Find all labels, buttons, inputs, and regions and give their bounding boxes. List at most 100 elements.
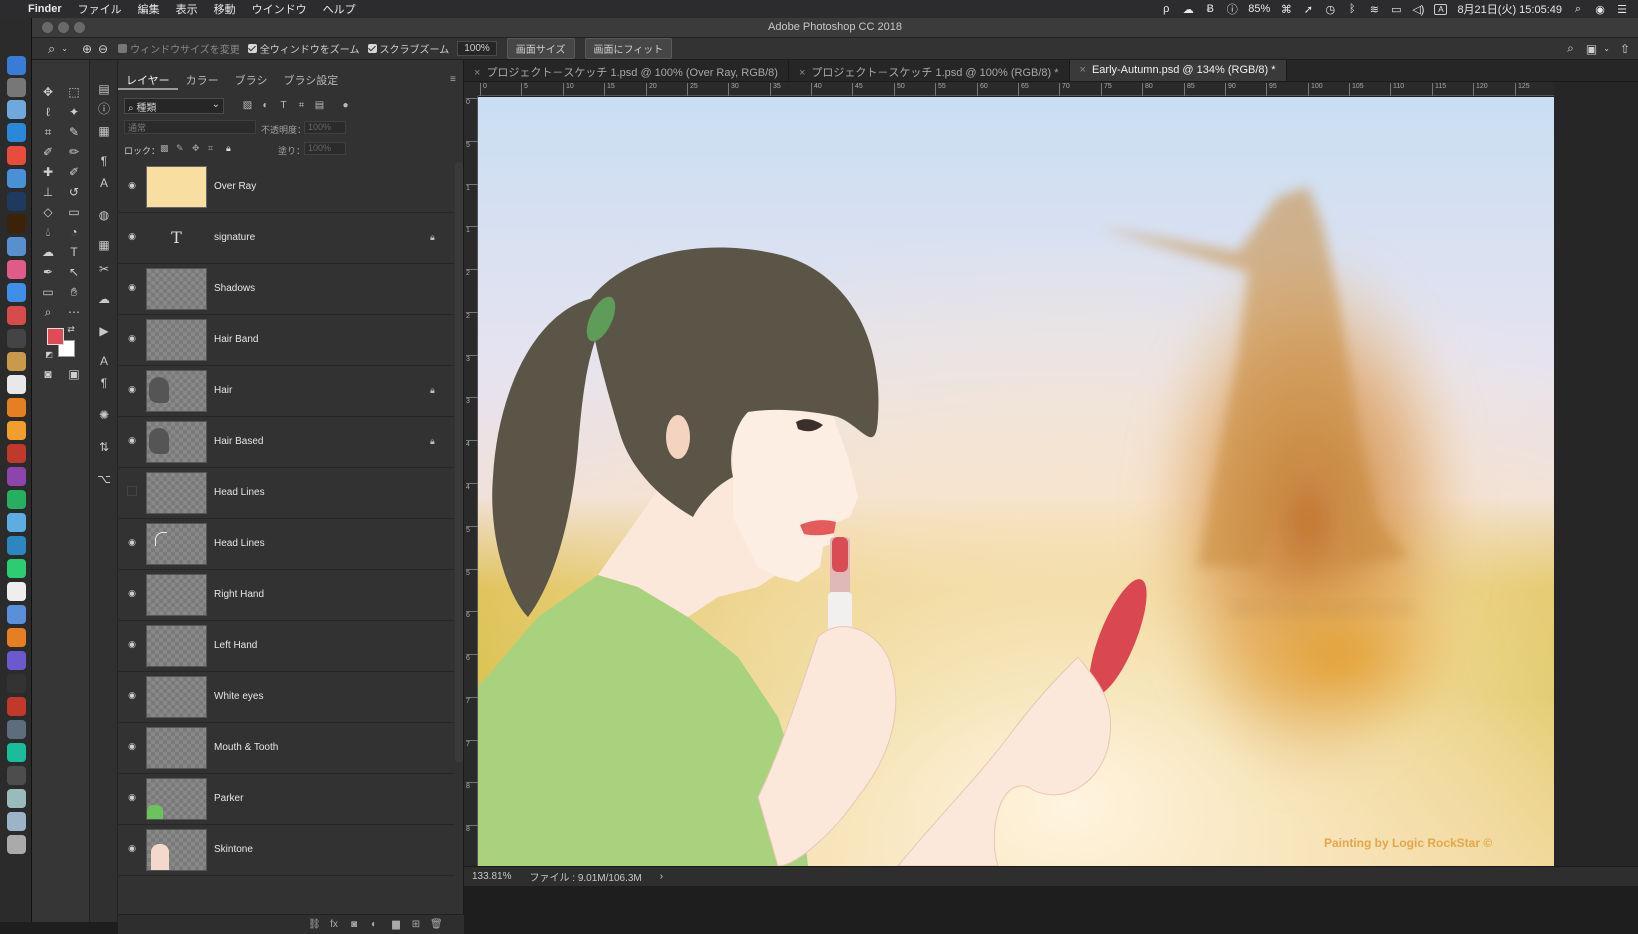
fit-screen-button[interactable]: 画面サイズ (506, 38, 575, 59)
lock-position-icon[interactable]: ✥ (192, 143, 200, 154)
quick-mask-icon[interactable]: ◙ (38, 365, 58, 383)
document-tab[interactable]: × プロジェクト－スケッチ 1.psd @ 100% (RGB/8) * (789, 60, 1070, 81)
layer-comps-icon[interactable]: ▤ (94, 80, 114, 98)
tool-preset-chevron-icon[interactable]: ⌄ (61, 44, 68, 53)
menu-edit[interactable]: 編集 (130, 1, 168, 17)
eraser-tool-icon[interactable]: ◇ (38, 203, 58, 221)
battery-percent[interactable]: 85% (1248, 3, 1270, 15)
tab-brush[interactable]: ブラシ (227, 68, 276, 90)
layer-row[interactable]: ◉ Right Hand (118, 570, 454, 621)
firefox-icon[interactable] (7, 421, 26, 440)
swatches-panel-icon[interactable]: ▦ (94, 236, 114, 254)
downloads-icon[interactable] (7, 812, 26, 831)
libraries-icon[interactable]: ☁ (94, 290, 114, 308)
layer-mask-icon[interactable]: ◙ (348, 919, 360, 930)
horizontal-ruler[interactable]: 0 5 10 15 20 25 30 35 40 45 50 55 60 65 70 75 80 85 90 95 10… (478, 82, 1554, 96)
keynote-icon[interactable] (7, 398, 26, 417)
blur-tool-icon[interactable]: 💧︎ (38, 223, 58, 241)
opacity-field[interactable]: 100% (304, 121, 346, 134)
layer-row[interactable]: ◉ Skintone (118, 825, 454, 876)
info-panel-icon[interactable]: ⓘ (94, 100, 114, 118)
layer-visibility-eye-icon[interactable]: ◉ (126, 640, 138, 649)
history-brush-icon[interactable]: ↺ (64, 183, 84, 201)
new-layer-icon[interactable]: ⊞ (410, 919, 422, 930)
tools-preset-icon[interactable]: ✂ (94, 260, 114, 278)
pencil-tool-icon[interactable]: ✏ (64, 143, 84, 161)
layer-visibility-eye-icon[interactable]: ◉ (126, 436, 138, 445)
paragraph-panel-icon[interactable]: ¶ (94, 152, 114, 170)
layer-row[interactable]: ◉ Over Ray (118, 162, 454, 213)
safari-icon[interactable] (7, 100, 26, 119)
layer-row[interactable]: ◉ Hair Band (118, 315, 454, 366)
type-tool-icon[interactable]: T (64, 243, 84, 261)
healing-tool-icon[interactable]: ✚ (38, 163, 58, 181)
command-icon[interactable]: ⌘ (1280, 3, 1292, 16)
filter-adjustment-icon[interactable]: ◐ (260, 100, 271, 111)
lock-transparent-icon[interactable]: ▩ (160, 143, 169, 154)
layer-row[interactable]: ◉ Head Lines (118, 519, 454, 570)
blend-mode-select[interactable]: 通常 (124, 120, 256, 134)
brush-preset-icon[interactable]: ✺ (94, 406, 114, 424)
pages-icon[interactable] (7, 628, 26, 647)
fill-field[interactable]: 100% (304, 142, 346, 155)
layer-style-icon[interactable]: fx (328, 919, 340, 930)
path-select-icon[interactable]: ↖ (64, 263, 84, 281)
filter-type-icon[interactable]: T (278, 100, 289, 111)
paragraph-icon[interactable]: ¶ (94, 374, 114, 392)
messages-icon[interactable] (7, 513, 26, 532)
itunes-icon[interactable] (7, 260, 26, 279)
layer-visibility-eye-icon[interactable]: ◉ (126, 844, 138, 853)
maps-icon[interactable] (7, 582, 26, 601)
siri-icon[interactable]: ◉ (1594, 3, 1606, 16)
lasso-tool-icon[interactable]: ℓ (38, 103, 58, 121)
layer-visibility-eye-icon[interactable]: ◉ (126, 334, 138, 343)
resize-windows-checkbox[interactable]: ウィンドウサイズを変更 (118, 41, 240, 56)
menu-finder[interactable]: Finder (20, 3, 70, 15)
bluetooth-icon[interactable]: ᛒ (1346, 3, 1358, 15)
layer-visibility-eye-icon[interactable]: ◉ (126, 385, 138, 394)
character-style-icon[interactable]: A (94, 174, 114, 192)
zoom-tool-icon[interactable]: ⌕ (48, 41, 55, 57)
close-tab-icon[interactable]: × (1080, 64, 1086, 76)
time-machine-icon[interactable]: ◷ (1324, 3, 1336, 16)
layer-filter-select[interactable]: ⌕ 種類 ⌄ (124, 98, 224, 114)
zoom-out-icon[interactable]: ⊖ (98, 42, 108, 56)
layer-row[interactable]: Head Lines (118, 468, 454, 519)
vertical-ruler[interactable]: 0 5 1 1 2 2 3 3 4 4 5 5 6 6 7 7 8 8 (464, 96, 478, 866)
scrubby-zoom-checkbox[interactable]: スクラブズーム (367, 41, 449, 56)
fill-screen-button[interactable]: 画面にフィット (584, 38, 673, 59)
close-tab-icon[interactable]: × (799, 67, 805, 79)
foreground-color-swatch[interactable] (47, 328, 64, 345)
layer-list-scrollbar[interactable] (455, 162, 463, 762)
app-store-icon[interactable] (7, 283, 26, 302)
move-tool-icon[interactable]: ✥ (38, 83, 58, 101)
ruler-origin[interactable] (464, 82, 478, 96)
tab-brush-settings[interactable]: ブラシ設定 (275, 68, 346, 90)
pen-icon[interactable]: ρ (1160, 3, 1172, 15)
ibooks-icon[interactable] (7, 605, 26, 624)
layer-visibility-eye-icon[interactable] (127, 486, 137, 496)
menu-help[interactable]: ヘルプ (315, 1, 364, 17)
layer-row[interactable]: ◉ Parker (118, 774, 454, 825)
menu-view[interactable]: 表示 (168, 1, 206, 17)
finder-icon[interactable] (7, 56, 26, 75)
facetime-icon[interactable] (7, 536, 26, 555)
character-panel-icon[interactable]: A (94, 352, 114, 370)
phone-icon[interactable] (7, 789, 26, 808)
input-method[interactable]: A (1434, 3, 1448, 15)
adjustments-icon[interactable]: ⇅ (94, 438, 114, 456)
layer-visibility-eye-icon[interactable]: ◉ (126, 793, 138, 802)
rectangle-tool-icon[interactable]: ▭ (38, 283, 58, 301)
zoom-100-button[interactable]: 100% (457, 41, 497, 56)
airplay-icon[interactable]: ▭ (1390, 3, 1402, 16)
filter-smart-object-icon[interactable]: ▤ (314, 100, 325, 111)
illustrator-icon[interactable] (7, 214, 26, 233)
mixer-brush-icon[interactable]: ✐ (64, 163, 84, 181)
photo-booth-icon[interactable] (7, 237, 26, 256)
paths-panel-icon[interactable]: ⌥ (94, 470, 114, 488)
stamp-tool-icon[interactable]: ⊥ (38, 183, 58, 201)
brush-tool-icon[interactable]: ✐ (38, 143, 58, 161)
layer-visibility-eye-icon[interactable]: ◉ (126, 181, 138, 190)
status-menu-chevron-icon[interactable]: › (660, 871, 663, 882)
photoshop-icon[interactable] (7, 192, 26, 211)
